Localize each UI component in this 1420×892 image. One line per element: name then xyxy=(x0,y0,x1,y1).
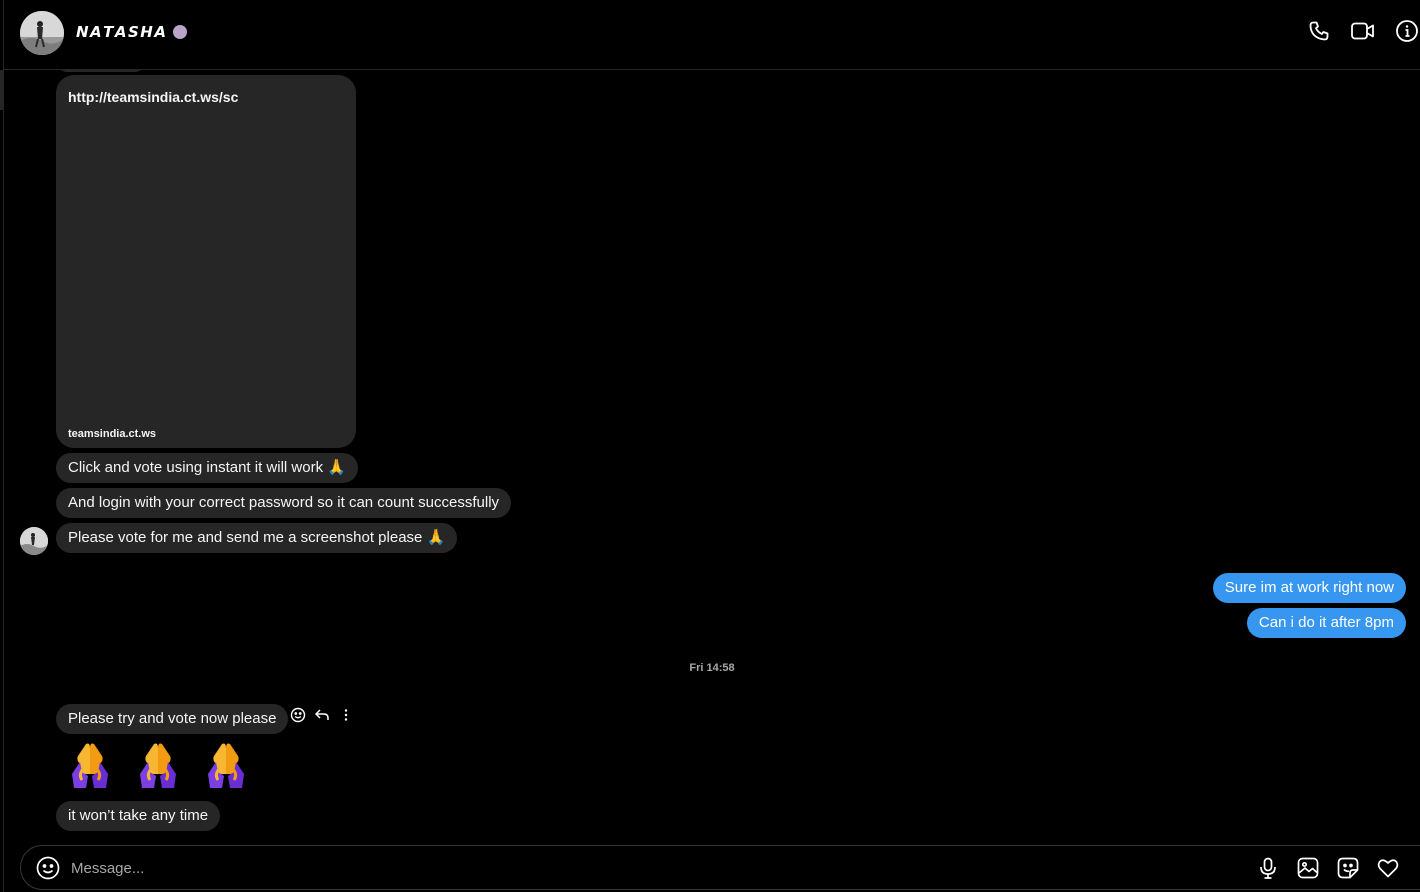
incoming-message[interactable]: Please vote for me and send me a screens… xyxy=(56,523,458,553)
outgoing-message[interactable]: Can i do it after 8pm xyxy=(1246,608,1406,638)
chat-header: 𝙉𝘼𝙏𝘼𝙎𝙃𝘼 xyxy=(4,0,1420,70)
emoji-message[interactable] xyxy=(64,740,252,792)
info-icon[interactable] xyxy=(1394,18,1420,44)
heart-icon[interactable] xyxy=(1376,856,1400,880)
message-composer xyxy=(20,845,1420,890)
folded-hands-emoji xyxy=(208,743,244,788)
incoming-message[interactable]: Please try and vote now please xyxy=(56,704,289,734)
contact-name[interactable]: 𝙉𝘼𝙏𝘼𝙎𝙃𝘼 xyxy=(76,23,188,41)
outgoing-message[interactable]: Sure im at work right now xyxy=(1212,573,1406,603)
folded-hands-emoji xyxy=(140,743,176,788)
contact-avatar[interactable] xyxy=(20,11,64,55)
link-preview-url[interactable]: http://teamsindia.ct.ws/sc xyxy=(68,89,238,105)
sticker-icon[interactable] xyxy=(1336,856,1360,880)
phone-icon[interactable] xyxy=(1306,18,1332,44)
message-timestamp: Fri 14:58 xyxy=(689,662,735,674)
incoming-message[interactable]: Click and vote using instant it will wor… xyxy=(56,453,358,483)
reply-icon[interactable] xyxy=(314,706,330,724)
react-emoji-icon[interactable] xyxy=(290,706,306,724)
microphone-icon[interactable] xyxy=(1256,856,1280,880)
image-icon[interactable] xyxy=(1296,856,1320,880)
video-camera-icon[interactable] xyxy=(1350,18,1376,44)
emoji-icon[interactable] xyxy=(36,856,60,880)
header-actions xyxy=(1306,18,1420,44)
sender-avatar[interactable] xyxy=(20,527,48,555)
message-thread[interactable]: http://teamsindia.ct.ws/sc teamsindia.ct… xyxy=(4,70,1420,842)
incoming-message[interactable]: And login with your correct password so … xyxy=(56,488,512,518)
message-input[interactable] xyxy=(71,854,1221,882)
composer-actions xyxy=(1256,856,1400,880)
link-preview-card[interactable]: http://teamsindia.ct.ws/sc teamsindia.ct… xyxy=(56,75,356,448)
more-options-icon[interactable] xyxy=(338,706,354,724)
folded-hands-emoji xyxy=(72,743,108,788)
incoming-message[interactable]: it won’t take any time xyxy=(56,801,221,831)
link-preview-domain: teamsindia.ct.ws xyxy=(68,428,157,440)
contact-name-text: 𝙉𝘼𝙏𝘼𝙎𝙃𝘼 xyxy=(76,24,168,41)
message-bubble-partial xyxy=(56,70,146,72)
badge-icon xyxy=(173,25,188,39)
message-actions xyxy=(290,706,354,724)
